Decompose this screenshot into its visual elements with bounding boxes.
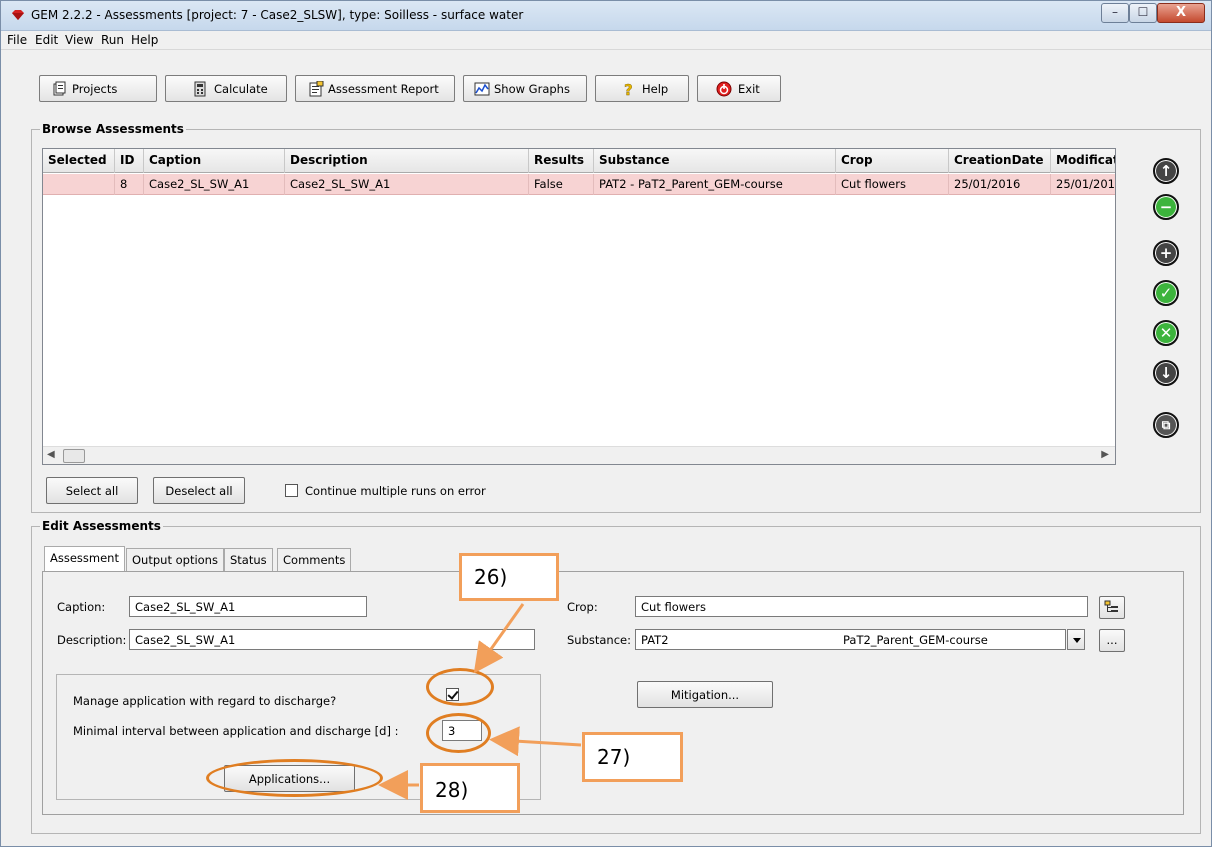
highlight-ellipse-interval bbox=[426, 713, 491, 753]
cancel-icon[interactable]: ✕ bbox=[1153, 320, 1179, 346]
scroll-left-icon[interactable]: ◀ bbox=[47, 449, 55, 460]
column-header[interactable]: Crop bbox=[836, 149, 949, 173]
column-header[interactable]: ID bbox=[115, 149, 144, 173]
select-all-button[interactable]: Select all bbox=[46, 477, 138, 504]
tab-assessment[interactable]: Assessment bbox=[44, 546, 125, 572]
app-logo-icon bbox=[12, 10, 24, 20]
chevron-down-icon[interactable] bbox=[1067, 629, 1085, 650]
exit-button[interactable]: Exit bbox=[697, 75, 781, 102]
maximize-button[interactable]: ☐ bbox=[1129, 3, 1157, 23]
highlight-ellipse-applications bbox=[206, 759, 383, 797]
substance-label: Substance: bbox=[567, 633, 631, 647]
highlight-ellipse-checkbox bbox=[426, 668, 494, 706]
arrow-down-icon[interactable]: ↓ bbox=[1153, 360, 1179, 386]
menu-run[interactable]: Run bbox=[101, 33, 124, 47]
menu-view[interactable]: View bbox=[65, 33, 93, 47]
deselect-all-button[interactable]: Deselect all bbox=[153, 477, 245, 504]
close-button[interactable]: X bbox=[1157, 3, 1205, 23]
menu-edit[interactable]: Edit bbox=[35, 33, 58, 47]
annotation-27: 27) bbox=[582, 732, 683, 782]
tab-status[interactable]: Status bbox=[224, 548, 273, 571]
column-header[interactable]: Caption bbox=[144, 149, 285, 173]
cell-substance[interactable]: PAT2 - PaT2_Parent_GEM-course bbox=[594, 174, 836, 195]
cell-caption[interactable]: Case2_SL_SW_A1 bbox=[144, 174, 285, 195]
substance-code: PAT2 bbox=[641, 633, 669, 647]
minus-icon[interactable]: − bbox=[1153, 194, 1179, 220]
horizontal-scrollbar[interactable]: ◀ ▶ bbox=[43, 446, 1115, 464]
substance-name: PaT2_Parent_GEM-course bbox=[843, 633, 988, 647]
title-bar: GEM 2.2.2 - Assessments [project: 7 - Ca… bbox=[1, 1, 1211, 31]
mitigation-button[interactable]: Mitigation... bbox=[637, 681, 773, 708]
projects-button[interactable]: Projects bbox=[39, 75, 157, 102]
scroll-thumb[interactable] bbox=[63, 449, 85, 463]
cell-modification-date[interactable]: 25/01/2016 bbox=[1051, 174, 1115, 195]
check-icon[interactable]: ✓ bbox=[1153, 280, 1179, 306]
continue-on-error-label: Continue multiple runs on error bbox=[305, 484, 486, 498]
app-window: GEM 2.2.2 - Assessments [project: 7 - Ca… bbox=[0, 0, 1212, 847]
exit-icon bbox=[716, 81, 732, 97]
column-header[interactable]: Substance bbox=[594, 149, 836, 173]
report-icon bbox=[309, 81, 324, 97]
substance-dropdown[interactable]: PAT2 PaT2_Parent_GEM-course bbox=[635, 629, 1066, 650]
menu-help[interactable]: Help bbox=[131, 33, 158, 47]
column-header[interactable]: CreationDate bbox=[949, 149, 1051, 173]
table-row[interactable]: 8 Case2_SL_SW_A1 Case2_SL_SW_A1 False PA… bbox=[43, 174, 1115, 195]
calculate-button[interactable]: Calculate bbox=[165, 75, 287, 102]
edit-assessments-title: Edit Assessments bbox=[40, 519, 163, 533]
tab-output-options[interactable]: Output options bbox=[126, 548, 224, 571]
continue-on-error-checkbox[interactable] bbox=[285, 484, 298, 497]
plus-icon[interactable]: + bbox=[1153, 240, 1179, 266]
toolbar: Projects Calculate Assessment Report Sho… bbox=[1, 50, 1211, 108]
cell-results[interactable]: False bbox=[529, 174, 594, 195]
menu-bar: File Edit View Run Help bbox=[1, 31, 1211, 50]
assessment-report-button[interactable]: Assessment Report bbox=[295, 75, 455, 102]
browse-assessments-title: Browse Assessments bbox=[40, 122, 186, 136]
cell-description[interactable]: Case2_SL_SW_A1 bbox=[285, 174, 529, 195]
tab-comments[interactable]: Comments bbox=[277, 548, 352, 571]
help-icon: ? bbox=[624, 81, 633, 97]
column-header[interactable]: Description bbox=[285, 149, 529, 173]
cell-crop[interactable]: Cut flowers bbox=[836, 174, 949, 195]
crop-field[interactable]: Cut flowers bbox=[635, 596, 1088, 617]
substance-more-button[interactable]: ... bbox=[1099, 629, 1125, 652]
calculator-icon bbox=[194, 81, 206, 97]
menu-file[interactable]: File bbox=[7, 33, 27, 47]
caption-field[interactable]: Case2_SL_SW_A1 bbox=[129, 596, 367, 617]
projects-icon bbox=[53, 81, 66, 96]
caption-label: Caption: bbox=[57, 600, 106, 614]
graph-icon bbox=[474, 82, 490, 96]
annotation-26: 26) bbox=[459, 553, 559, 601]
description-label: Description: bbox=[57, 633, 127, 647]
cell-id[interactable]: 8 bbox=[115, 174, 144, 195]
column-header[interactable]: Selected bbox=[43, 149, 115, 173]
scroll-right-icon[interactable]: ▶ bbox=[1101, 449, 1109, 460]
tree-icon bbox=[1104, 600, 1118, 612]
minimize-button[interactable]: – bbox=[1101, 3, 1129, 23]
crop-picker-button[interactable] bbox=[1099, 596, 1125, 619]
annotation-28: 28) bbox=[420, 763, 520, 813]
crop-label: Crop: bbox=[567, 600, 598, 614]
manage-discharge-label: Manage application with regard to discha… bbox=[73, 694, 337, 708]
grid-header: Selected ID Caption Description Results … bbox=[43, 149, 1115, 173]
arrow-up-icon[interactable]: ↑ bbox=[1153, 158, 1179, 184]
cell-creation-date[interactable]: 25/01/2016 bbox=[949, 174, 1051, 195]
column-header[interactable]: Results bbox=[529, 149, 594, 173]
description-field[interactable]: Case2_SL_SW_A1 bbox=[129, 629, 535, 650]
svg-text:?: ? bbox=[624, 81, 633, 97]
copy-icon[interactable]: ⧉ bbox=[1153, 412, 1179, 438]
cell-selected[interactable] bbox=[43, 174, 115, 195]
help-button[interactable]: ? Help bbox=[595, 75, 689, 102]
assessments-grid[interactable]: Selected ID Caption Description Results … bbox=[42, 148, 1116, 465]
column-header[interactable]: Modificatio bbox=[1051, 149, 1115, 173]
window-title: GEM 2.2.2 - Assessments [project: 7 - Ca… bbox=[31, 8, 524, 22]
interval-label: Minimal interval between application and… bbox=[73, 724, 399, 738]
show-graphs-button[interactable]: Show Graphs bbox=[463, 75, 587, 102]
